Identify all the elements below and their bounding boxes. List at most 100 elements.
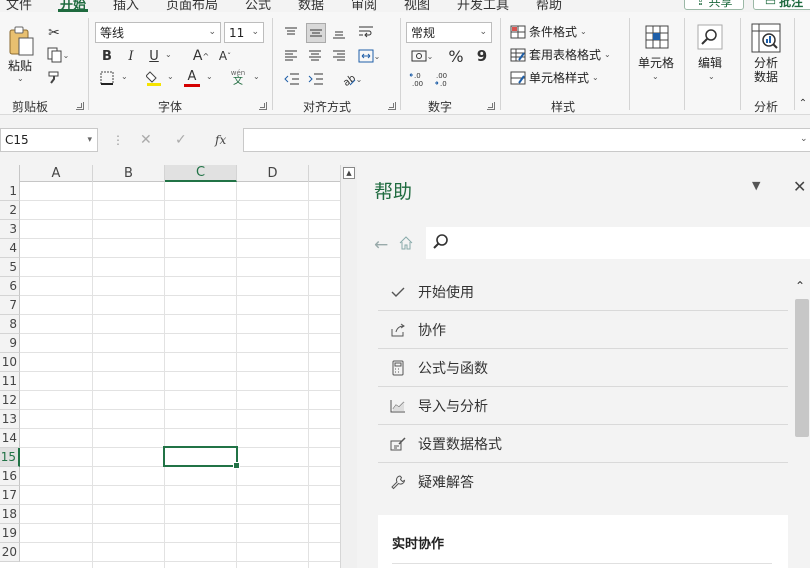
percent-button[interactable]: % — [446, 46, 466, 66]
align-middle-icon[interactable] — [306, 23, 326, 43]
sheet-vertical-scrollbar[interactable]: ▲ — [340, 165, 357, 568]
row-header-9[interactable]: 9 — [0, 334, 20, 353]
underline-button[interactable]: U — [146, 48, 162, 64]
phonetic-guide-button[interactable]: wén 文 — [228, 68, 248, 88]
bold-button[interactable]: B — [99, 48, 115, 64]
analyze-data-icon[interactable] — [750, 22, 782, 54]
editing-dropdown-icon[interactable]: ⌄ — [708, 72, 715, 81]
paste-icon[interactable] — [6, 24, 36, 58]
close-icon[interactable]: ✕ — [793, 177, 806, 196]
topic-get-started[interactable]: 开始使用 — [378, 273, 788, 311]
row-header-7[interactable]: 7 — [0, 296, 20, 315]
tab-view[interactable]: 视图 — [404, 0, 430, 12]
expand-formula-bar-icon[interactable]: ⌄ — [800, 134, 808, 144]
topic-import-analyze[interactable]: 导入与分析 — [378, 387, 788, 425]
row-header-16[interactable]: 16 — [0, 467, 20, 486]
column-header-e[interactable] — [309, 165, 340, 182]
orientation-icon[interactable]: ab ⌄ — [336, 69, 366, 89]
align-center-icon[interactable] — [306, 47, 324, 65]
clipboard-launcher-icon[interactable] — [76, 102, 84, 110]
column-header-b[interactable]: B — [93, 165, 165, 182]
tab-insert[interactable]: 插入 — [113, 0, 139, 12]
font-size-combo[interactable]: 11 ⌄ — [224, 22, 264, 43]
comments-button[interactable]: ▭ 批注 — [753, 0, 810, 10]
column-header-d[interactable]: D — [237, 165, 309, 182]
row-header-3[interactable]: 3 — [0, 220, 20, 239]
cancel-icon[interactable]: ✕ — [140, 132, 152, 148]
borders-dropdown-icon[interactable]: ⌄ — [121, 72, 128, 81]
row-header-13[interactable]: 13 — [0, 410, 20, 429]
editing-button[interactable]: 编辑 — [698, 54, 722, 71]
font-launcher-icon[interactable] — [259, 102, 267, 110]
copy-icon[interactable]: ⌄ — [43, 46, 73, 64]
chevron-up-icon[interactable]: ⌃ — [795, 279, 805, 293]
tab-page-layout[interactable]: 页面布局 — [166, 0, 218, 12]
select-all-corner[interactable] — [0, 165, 20, 182]
column-header-a[interactable]: A — [20, 165, 93, 182]
row-header-8[interactable]: 8 — [0, 315, 20, 334]
format-painter-icon[interactable] — [45, 68, 63, 86]
share-button[interactable]: ⇪ 共享 — [684, 0, 744, 10]
help-card-realtime-collab[interactable]: 实时协作 — [378, 515, 788, 568]
align-bottom-icon[interactable] — [330, 24, 348, 42]
align-right-icon[interactable] — [330, 47, 348, 65]
align-top-icon[interactable] — [282, 24, 300, 42]
name-box[interactable]: C15 ▾ — [0, 128, 98, 152]
paste-dropdown-icon[interactable]: ⌄ — [17, 74, 24, 83]
decrease-decimal-icon[interactable]: .00.0 — [432, 70, 454, 88]
fill-color-icon[interactable] — [145, 69, 163, 87]
scroll-up-icon[interactable]: ▲ — [343, 167, 355, 179]
row-header-2[interactable]: 2 — [0, 201, 20, 220]
merge-center-icon[interactable]: ⌄ — [354, 46, 384, 66]
row-header-5[interactable]: 5 — [0, 258, 20, 277]
topic-format-data[interactable]: 设置数据格式 — [378, 425, 788, 463]
comma-style-button[interactable]: 9 — [474, 46, 490, 66]
conditional-formatting-button[interactable]: 条件格式 ⌄ — [510, 23, 587, 40]
row-header-10[interactable]: 10 — [0, 353, 20, 372]
scrollbar-thumb[interactable] — [795, 299, 809, 437]
number-launcher-icon[interactable] — [487, 102, 495, 110]
row-header-4[interactable]: 4 — [0, 239, 20, 258]
alignment-launcher-icon[interactable] — [388, 102, 396, 110]
pane-options-chevron-icon[interactable]: ▼ — [752, 179, 760, 192]
shrink-font-button[interactable]: Aˇ — [216, 47, 234, 65]
font-color-dropdown-icon[interactable]: ⌄ — [206, 72, 213, 81]
topic-troubleshoot[interactable]: 疑难解答 — [378, 463, 788, 501]
editing-search-icon[interactable] — [695, 22, 725, 52]
italic-button[interactable]: I — [123, 48, 139, 64]
help-pane-scrollbar[interactable]: ⌃ — [792, 265, 810, 568]
underline-dropdown-icon[interactable]: ⌄ — [165, 50, 172, 59]
row-header-20[interactable]: 20 — [0, 543, 20, 562]
tab-developer[interactable]: 开发工具 — [457, 0, 509, 12]
active-cell-c15[interactable] — [163, 446, 240, 469]
cut-icon[interactable]: ✂ — [45, 24, 63, 42]
cells-icon[interactable] — [642, 22, 672, 52]
align-left-icon[interactable] — [282, 47, 300, 65]
paste-button[interactable]: 粘贴 — [8, 57, 32, 74]
row-header-18[interactable]: 18 — [0, 505, 20, 524]
cell-styles-button[interactable]: 单元格样式 ⌄ — [510, 69, 599, 86]
cells-dropdown-icon[interactable]: ⌄ — [652, 72, 659, 81]
increase-indent-icon[interactable] — [306, 70, 326, 88]
back-arrow-icon[interactable]: ← — [374, 235, 388, 255]
insert-function-button[interactable]: fx — [215, 133, 226, 147]
font-color-button[interactable]: A — [183, 68, 201, 88]
formula-input[interactable] — [243, 128, 810, 152]
cells-button[interactable]: 单元格 — [638, 54, 674, 71]
format-as-table-button[interactable]: 套用表格格式 ⌄ — [510, 46, 611, 63]
wrap-text-icon[interactable] — [356, 22, 376, 42]
fill-color-dropdown-icon[interactable]: ⌄ — [167, 72, 174, 81]
accounting-format-icon[interactable]: ⌄ — [408, 47, 436, 65]
grow-font-button[interactable]: A ^ — [192, 47, 210, 65]
number-format-combo[interactable]: 常规 ⌄ — [406, 22, 492, 43]
row-header-19[interactable]: 19 — [0, 524, 20, 543]
analyze-data-button[interactable]: 分析 数据 — [754, 56, 778, 84]
collapse-ribbon-icon[interactable]: ⌃ — [798, 96, 808, 110]
row-header-1[interactable]: 1 — [0, 182, 20, 201]
increase-decimal-icon[interactable]: .0.00 — [408, 70, 430, 88]
row-header-6[interactable]: 6 — [0, 277, 20, 296]
phonetic-dropdown-icon[interactable]: ⌄ — [253, 72, 260, 81]
tab-data[interactable]: 数据 — [298, 0, 324, 12]
home-icon[interactable] — [398, 235, 414, 254]
tab-review[interactable]: 审阅 — [351, 0, 377, 12]
